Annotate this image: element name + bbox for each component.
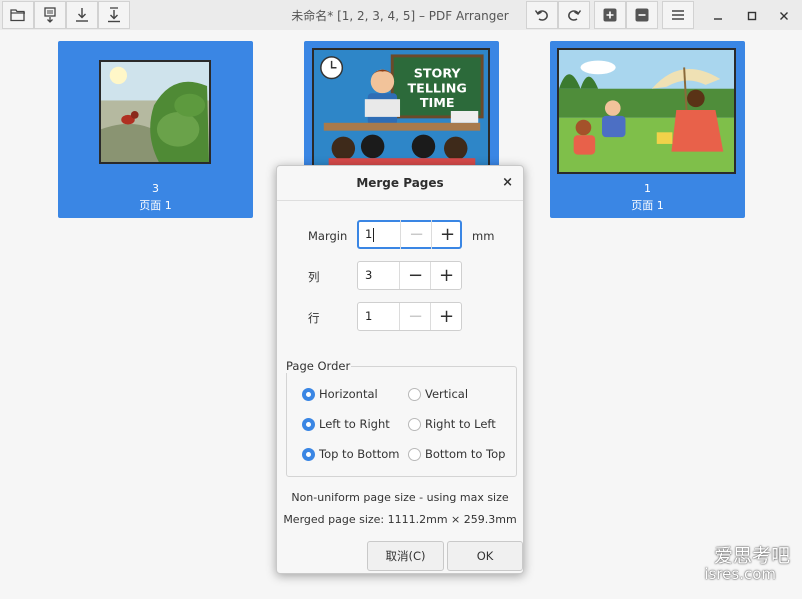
open-button[interactable] [2,1,34,29]
radio-label: Bottom to Top [425,447,506,461]
page-image-storytelling: STORY TELLING TIME [312,48,490,171]
size-warning-text: Non-uniform page size - using max size [291,491,509,504]
undo-icon [534,8,550,22]
radio-checked-icon [302,447,315,461]
radio-checked-icon [302,417,315,431]
page-image-picnic [557,48,736,174]
merged-size-text: Merged page size: 1111.2mm × 259.3mm [283,513,517,526]
margin-decrement-button[interactable]: − [400,220,432,249]
ok-button[interactable]: OK [447,541,523,571]
page-thumbnail[interactable]: STORY TELLING TIME [304,41,499,171]
radio-left-to-right[interactable]: Left to Right [302,417,390,431]
plus-icon: + [438,306,455,327]
columns-spinbutton[interactable]: 3 − + [357,261,462,290]
cancel-button[interactable]: 取消(C) [367,541,444,571]
rows-decrement-button[interactable]: − [399,303,431,330]
radio-unchecked-icon [408,417,421,431]
minimize-icon [713,6,723,25]
export-button[interactable] [66,1,98,29]
radio-label: Right to Left [425,417,496,431]
export-icon [75,7,89,23]
zoom-in-icon [603,8,617,22]
columns-decrement-button[interactable]: − [399,262,431,289]
maximize-icon [747,6,757,25]
radio-label: Left to Right [319,417,390,431]
rows-spinbutton[interactable]: 1 − + [357,302,462,331]
rows-label: 行 [308,311,320,325]
redo-icon [566,8,582,22]
radio-right-to-left[interactable]: Right to Left [408,417,496,431]
plus-icon: + [439,224,456,245]
minimize-button[interactable] [709,6,727,24]
menu-icon [671,9,685,21]
minus-icon: − [408,224,425,245]
plus-icon: + [438,265,455,286]
rows-value[interactable]: 1 [365,309,372,323]
margin-increment-button[interactable]: + [431,220,463,249]
zoom-out-button[interactable] [626,1,658,29]
watermark-title: 爱思考吧 [713,545,790,567]
margin-label: Margin [308,229,348,243]
columns-increment-button[interactable]: + [430,262,462,289]
open-icon [10,8,26,22]
dialog-header: Merge Pages × [277,166,523,201]
save-button[interactable] [34,1,66,29]
undo-button[interactable] [526,1,558,29]
page-number: 1 [644,182,651,195]
margin-spinbutton[interactable]: 1 − + [357,220,462,249]
radio-checked-icon [302,387,315,401]
radio-label: Top to Bottom [319,447,400,461]
watermark-url: isres.com [704,565,776,583]
radio-label: Vertical [425,387,469,401]
columns-value[interactable]: 3 [365,268,372,282]
svg-text:TELLING: TELLING [408,81,467,96]
margin-unit: mm [472,229,495,243]
page-image-ant [99,60,211,164]
save-icon [43,7,57,23]
dialog-title: Merge Pages [356,176,444,190]
columns-label: 列 [308,270,320,284]
page-label: 页面 1 [139,199,172,212]
minus-icon: − [407,306,424,327]
minus-icon: − [407,265,424,286]
page-thumbnail[interactable]: 1 页面 1 [550,41,745,218]
page-label: 页面 1 [631,199,664,212]
redo-button[interactable] [558,1,590,29]
header-bar: 未命名* [1, 2, 3, 4, 5] – PDF Arranger [0,0,802,30]
zoom-out-icon [635,8,649,22]
menu-button[interactable] [662,1,694,29]
page-thumbnail[interactable]: 3 页面 1 [58,41,253,218]
maximize-button[interactable] [743,6,761,24]
export-all-button[interactable] [98,1,130,29]
close-icon [779,6,789,25]
radio-unchecked-icon [408,387,421,401]
page-number: 3 [152,182,159,195]
text-cursor [373,228,374,242]
radio-bottom-to-top[interactable]: Bottom to Top [408,447,505,461]
radio-vertical[interactable]: Vertical [408,387,468,401]
merge-pages-dialog: Merge Pages × Margin 1 − + mm 列 3 − + 行 … [276,165,524,574]
window-close-button[interactable] [775,6,793,24]
rows-increment-button[interactable]: + [430,303,462,330]
svg-text:TIME: TIME [420,96,455,111]
svg-text:STORY: STORY [414,67,462,82]
zoom-in-button[interactable] [594,1,626,29]
radio-unchecked-icon [408,447,421,461]
radio-horizontal[interactable]: Horizontal [302,387,378,401]
radio-top-to-bottom[interactable]: Top to Bottom [302,447,399,461]
page-order-title: Page Order [285,359,352,373]
dialog-close-button[interactable]: × [502,175,513,190]
window-title: 未命名* [1, 2, 3, 4, 5] – PDF Arranger [291,9,509,23]
margin-value[interactable]: 1 [365,227,372,241]
export-all-icon [107,7,121,23]
radio-label: Horizontal [319,387,378,401]
